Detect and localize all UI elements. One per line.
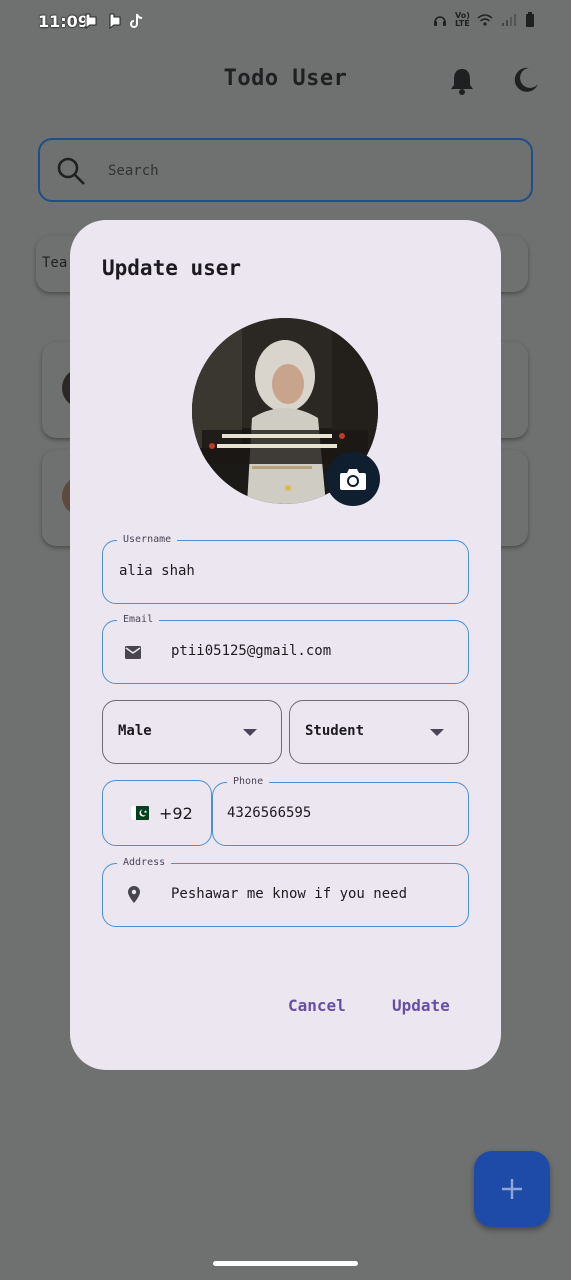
app-title: Todo User <box>223 66 348 91</box>
battery-icon <box>526 12 534 27</box>
notifications-bell-icon[interactable] <box>449 66 475 96</box>
dropdown-arrow-icon <box>430 729 444 736</box>
app-notification-icon <box>85 13 97 29</box>
change-photo-button[interactable] <box>326 452 380 506</box>
update-user-dialog: Update user Username alia shah Email pti… <box>70 220 501 1070</box>
app-notification-icon <box>109 13 121 29</box>
email-label: Email <box>117 613 160 627</box>
status-bar: 11:09 Vo) LTE <box>0 0 571 44</box>
wifi-icon <box>477 14 493 26</box>
update-button[interactable]: Update <box>392 996 450 1015</box>
email-value[interactable]: ptii05125@gmail.com <box>171 643 331 659</box>
gender-selected: Male <box>118 723 152 739</box>
add-user-button[interactable] <box>474 1151 550 1227</box>
camera-icon <box>340 469 366 490</box>
plus-icon <box>502 1179 522 1199</box>
headphones-icon <box>434 16 446 26</box>
tab-label[interactable]: Tea <box>42 255 67 271</box>
phone-field[interactable]: Phone 4326566595 <box>212 775 469 846</box>
address-label: Address <box>117 856 172 870</box>
status-icons: Vo) LTE <box>433 12 535 28</box>
role-selected: Student <box>305 723 365 739</box>
network-label: Vo) LTE <box>455 11 470 28</box>
phone-value[interactable]: 4326566595 <box>227 805 311 821</box>
username-value[interactable]: alia shah <box>119 563 195 579</box>
address-value[interactable]: Peshawar me know if you need <box>171 886 407 902</box>
country-code-picker[interactable]: +92 <box>102 780 212 846</box>
username-label: Username <box>117 533 178 547</box>
home-indicator[interactable] <box>213 1261 358 1266</box>
role-dropdown[interactable]: Student <box>289 700 469 764</box>
search-bar[interactable]: Search <box>38 138 533 202</box>
signal-icon <box>502 14 516 26</box>
tiktok-icon <box>130 13 143 28</box>
username-field[interactable]: Username alia shah <box>102 533 469 604</box>
gender-dropdown[interactable]: Male <box>102 700 282 764</box>
dropdown-arrow-icon <box>243 729 257 736</box>
phone-label: Phone <box>227 775 270 789</box>
pakistan-flag-icon <box>131 806 149 820</box>
status-time: 11:09 <box>38 12 89 31</box>
address-field[interactable]: Address Peshawar me know if you need <box>102 856 469 927</box>
email-field[interactable]: Email ptii05125@gmail.com <box>102 613 469 684</box>
search-icon <box>57 157 85 185</box>
cancel-button[interactable]: Cancel <box>288 996 346 1015</box>
email-icon <box>125 646 141 659</box>
country-code: +92 <box>159 804 193 823</box>
location-pin-icon <box>128 886 140 903</box>
dark-mode-moon-icon[interactable] <box>512 66 540 94</box>
search-placeholder: Search <box>108 163 159 179</box>
dialog-title: Update user <box>102 256 242 280</box>
